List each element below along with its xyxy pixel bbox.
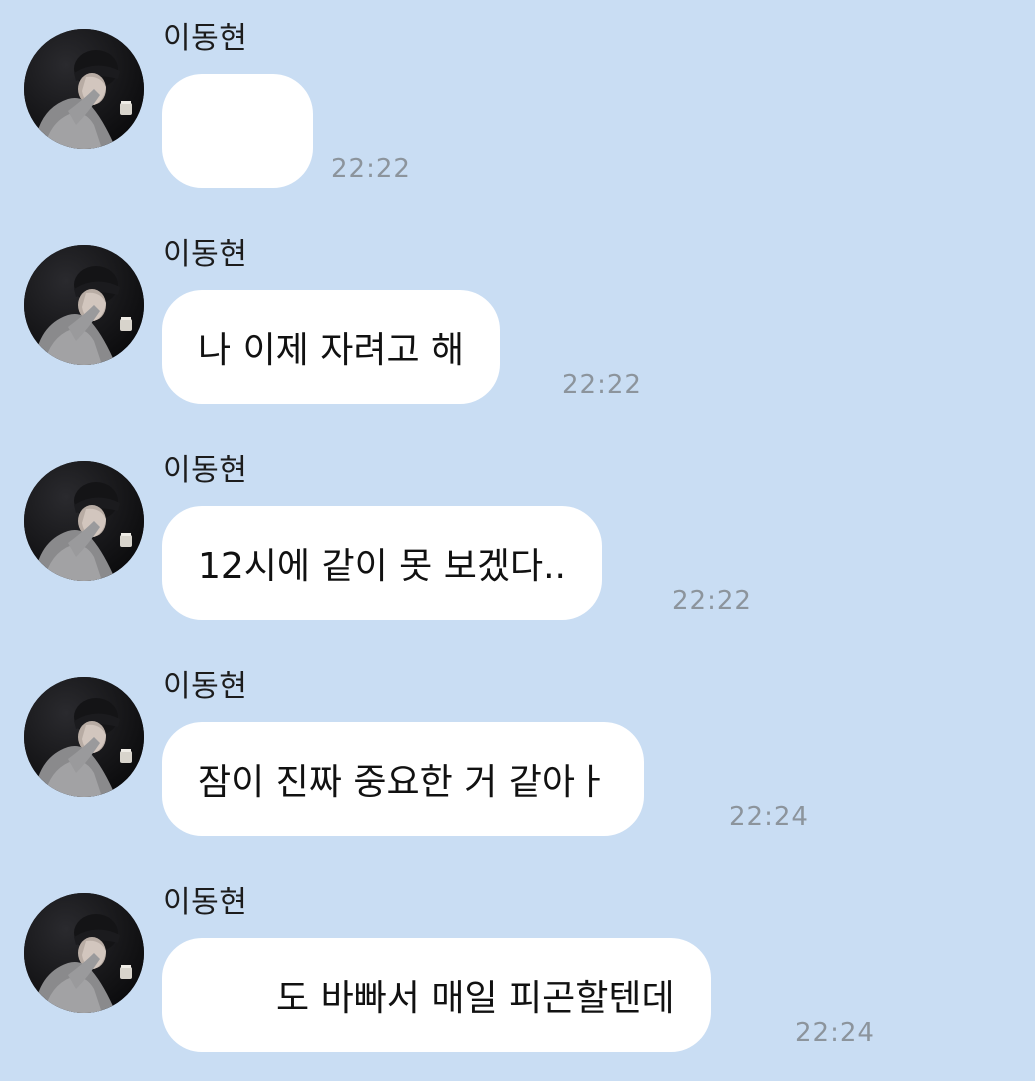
message-time: 22:24 xyxy=(795,1018,875,1048)
message-bubble[interactable]: 잠이 진짜 중요한 거 같아ㅏ xyxy=(162,722,645,836)
chat-message: 이동현 잠이 진짜 중요한 거 같아ㅏ 22:24 xyxy=(0,648,1035,864)
message-bubble[interactable]: 12시에 같이 못 보겠다.. xyxy=(162,506,602,620)
chat-message: 이동현 도 바빠서 매일 피곤할텐데 22:24 xyxy=(0,864,1035,1080)
message-bubble[interactable] xyxy=(162,74,313,188)
message-time: 22:24 xyxy=(729,802,809,832)
sender-avatar[interactable] xyxy=(24,461,144,581)
profile-photo-icon xyxy=(24,677,144,797)
sender-avatar[interactable] xyxy=(24,893,144,1013)
message-time: 22:22 xyxy=(672,586,752,616)
profile-photo-icon xyxy=(24,461,144,581)
chat-message: 이동현 12시에 같이 못 보겠다.. 22:22 xyxy=(0,432,1035,648)
sender-avatar[interactable] xyxy=(24,29,144,149)
profile-photo-icon xyxy=(24,245,144,365)
sender-avatar[interactable] xyxy=(24,245,144,365)
chat-view: 이동현 22:22 이동현 나 이제 자려고 해 22:22 이동현 12시에 … xyxy=(0,0,1035,1081)
sender-avatar[interactable] xyxy=(24,677,144,797)
sender-name: 이동현 xyxy=(163,237,248,272)
sender-name: 이동현 xyxy=(163,21,248,56)
sender-name: 이동현 xyxy=(163,885,248,920)
profile-photo-icon xyxy=(24,893,144,1013)
message-bubble[interactable]: 나 이제 자려고 해 xyxy=(162,290,501,404)
sender-name: 이동현 xyxy=(163,669,248,704)
chat-message: 이동현 나 이제 자려고 해 22:22 xyxy=(0,216,1035,432)
sender-name: 이동현 xyxy=(163,453,248,488)
message-time: 22:22 xyxy=(331,154,411,184)
message-bubble[interactable]: 도 바빠서 매일 피곤할텐데 xyxy=(162,938,711,1052)
profile-photo-icon xyxy=(24,29,144,149)
message-time: 22:22 xyxy=(562,370,642,400)
chat-message: 이동현 22:22 xyxy=(0,0,1035,216)
